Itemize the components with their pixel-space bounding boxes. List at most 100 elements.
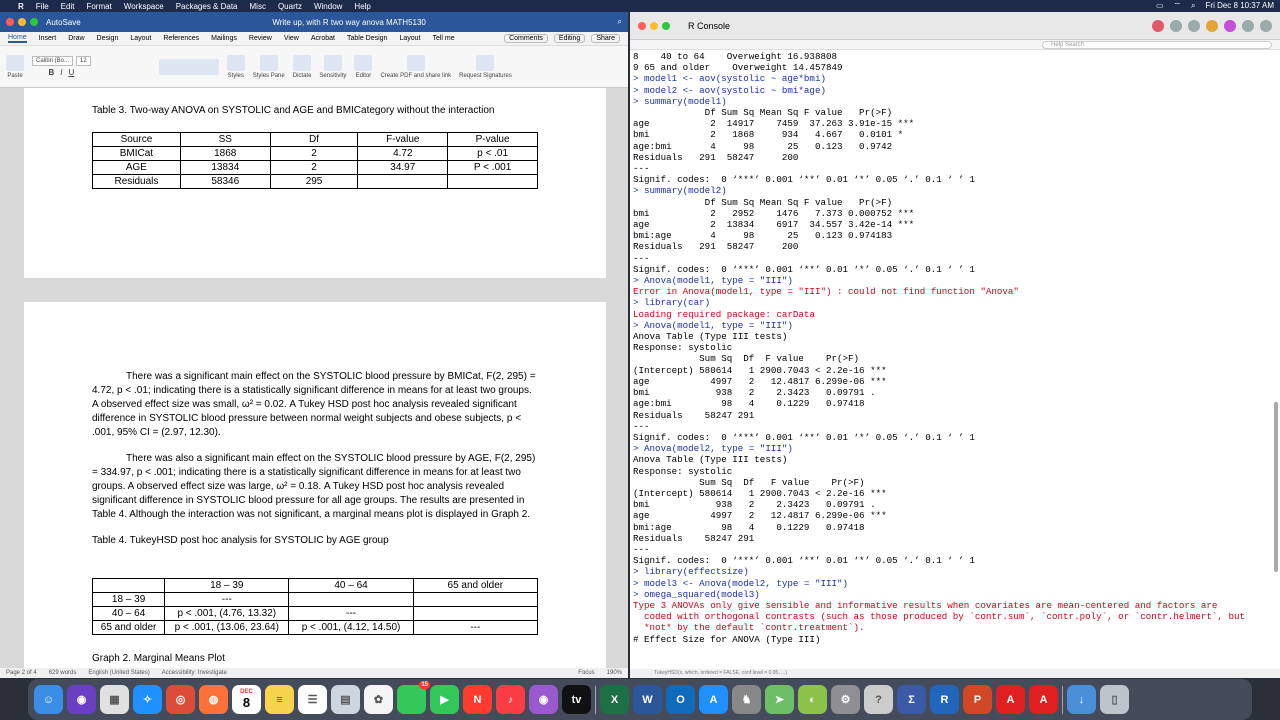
create-pdf-button[interactable]: Create PDF and share link [380, 54, 451, 79]
appstore-icon[interactable]: A [699, 685, 728, 714]
facetime-icon[interactable]: ▶ [430, 685, 459, 714]
chess-icon[interactable]: ♞ [732, 685, 761, 714]
downloads-icon[interactable]: ↓ [1067, 685, 1096, 714]
menu-item-format[interactable]: Format [86, 2, 111, 11]
comments-button[interactable]: Comments [504, 34, 548, 43]
zoom-button[interactable] [30, 18, 38, 26]
editor-button[interactable]: Editor [354, 54, 373, 79]
minimize-button[interactable] [650, 21, 658, 30]
styles-button[interactable]: Styles [226, 54, 245, 79]
sigma-icon[interactable]: Σ [897, 685, 926, 714]
share-button[interactable]: Share [591, 34, 620, 43]
minimize-button[interactable] [18, 18, 26, 26]
table-cell[interactable]: Source [92, 132, 181, 147]
calendar-icon[interactable]: DEC 8 [232, 685, 261, 714]
scrollbar[interactable] [1274, 402, 1278, 572]
align-icons[interactable] [158, 58, 219, 75]
zoom-button[interactable] [662, 21, 670, 30]
notes-icon[interactable]: ≡ [265, 685, 294, 714]
photos-icon[interactable]: ✿ [364, 685, 393, 714]
table-cell[interactable]: F-value [357, 132, 449, 147]
page-count[interactable]: Page 2 of 4 [6, 670, 37, 676]
safari-icon[interactable]: ✧ [133, 685, 162, 714]
menu-item-quartz[interactable]: Quartz [278, 2, 302, 11]
stop-icon[interactable] [1152, 19, 1164, 32]
table-cell[interactable] [447, 174, 538, 189]
table-cell[interactable]: p < .001, (13.06, 23.64) [164, 620, 290, 635]
italic-button[interactable]: I [60, 68, 62, 77]
console-output[interactable]: 8 40 to 64 Overweight 16.938808 9 65 and … [633, 51, 1273, 671]
excel-icon[interactable]: X [600, 685, 629, 714]
table-cell[interactable]: 4.72 [357, 146, 449, 161]
table-cell[interactable]: --- [164, 592, 290, 607]
table-cell[interactable]: 34.97 [357, 160, 449, 175]
underline-button[interactable]: U [68, 68, 74, 77]
firefox-icon[interactable]: ◍ [199, 685, 228, 714]
chrome-icon[interactable]: ◎ [166, 685, 195, 714]
table-cell[interactable] [412, 592, 539, 607]
request-signatures-button[interactable]: Request Signatures [459, 54, 512, 79]
table-cell[interactable]: 2 [269, 146, 359, 161]
trash-icon[interactable]: ▯ [1100, 685, 1129, 714]
powerpoint-icon[interactable]: P [963, 685, 992, 714]
table-cell[interactable] [357, 174, 449, 189]
messages-icon[interactable]: 15 [397, 681, 430, 714]
tab-layout[interactable]: Layout [130, 35, 151, 42]
tab-references[interactable]: References [163, 35, 199, 42]
tab-table-design[interactable]: Table Design [347, 35, 387, 42]
language[interactable]: English (United States) [88, 670, 149, 676]
table-cell[interactable]: p < .001, (4.12, 14.50) [288, 620, 414, 635]
tab-design[interactable]: Design [97, 35, 119, 42]
preview-icon[interactable]: ▤ [331, 685, 360, 714]
outlook-icon[interactable]: O [666, 685, 695, 714]
table-cell[interactable]: 13834 [179, 160, 271, 175]
tab-review[interactable]: Review [249, 35, 272, 42]
table-cell[interactable]: 65 and older [412, 578, 539, 593]
font-name-select[interactable]: Calibri (Bo... [32, 56, 74, 66]
table-cell[interactable]: --- [288, 606, 414, 621]
tab-view[interactable]: View [284, 35, 299, 42]
launchpad-icon[interactable]: ▦ [100, 685, 129, 714]
table-cell[interactable]: p < .001, (4.76, 13.32) [164, 606, 290, 621]
table-cell[interactable]: P < .001 [447, 160, 538, 175]
table-cell[interactable]: 40 – 64 [288, 578, 414, 593]
table-cell[interactable]: 65 and older [91, 620, 166, 635]
menu-item-misc[interactable]: Misc [250, 2, 266, 11]
tab-draw[interactable]: Draw [68, 35, 84, 42]
search-icon[interactable]: ⌕ [1191, 1, 1195, 11]
table-cell[interactable]: BMICat [92, 146, 181, 161]
table-cell[interactable]: 295 [269, 174, 359, 189]
help-search-input[interactable]: Help Search [1042, 41, 1272, 49]
menu-item-file[interactable]: File [36, 2, 49, 11]
reminders-icon[interactable]: ☰ [298, 685, 327, 714]
geogebra-icon[interactable]: ◐ [798, 685, 827, 714]
table-cell[interactable] [288, 592, 414, 607]
table-cell[interactable]: SS [179, 132, 271, 147]
menu-item-r[interactable]: R [18, 2, 24, 11]
siri-icon[interactable]: ◉ [67, 685, 96, 714]
table-cell[interactable]: P-value [447, 132, 538, 147]
acrobat2-icon[interactable]: A [1029, 685, 1058, 714]
document-area[interactable]: Table 3. Two-way ANOVA on SYSTOLIC and A… [0, 88, 628, 668]
search-icon[interactable]: ⌕ [618, 17, 622, 27]
close-button[interactable] [6, 18, 14, 26]
table-cell[interactable]: 2 [269, 160, 359, 175]
new-document-icon[interactable] [1242, 19, 1254, 32]
table-cell[interactable]: Residuals [92, 174, 181, 189]
table-cell[interactable]: 40 – 64 [91, 606, 166, 621]
tab-acrobat[interactable]: Acrobat [311, 35, 335, 42]
colors-icon[interactable] [1224, 19, 1236, 32]
bold-button[interactable]: B [48, 68, 54, 77]
autosave-label[interactable]: AutoSave [46, 18, 81, 27]
focus-button[interactable]: Focus [578, 670, 594, 676]
table-cell[interactable]: --- [412, 620, 539, 635]
quartz-icon[interactable] [1206, 19, 1218, 32]
wifi-icon[interactable]: ⌔ [1174, 1, 1182, 11]
table-cell[interactable] [91, 578, 166, 593]
help-icon[interactable]: ? [864, 685, 893, 714]
table-cell[interactable]: p < .01 [447, 146, 538, 161]
finder-icon[interactable]: ☺ [34, 685, 63, 714]
close-button[interactable] [638, 21, 646, 30]
table-cell[interactable]: 58346 [179, 174, 271, 189]
tab-layout[interactable]: Layout [399, 35, 420, 42]
